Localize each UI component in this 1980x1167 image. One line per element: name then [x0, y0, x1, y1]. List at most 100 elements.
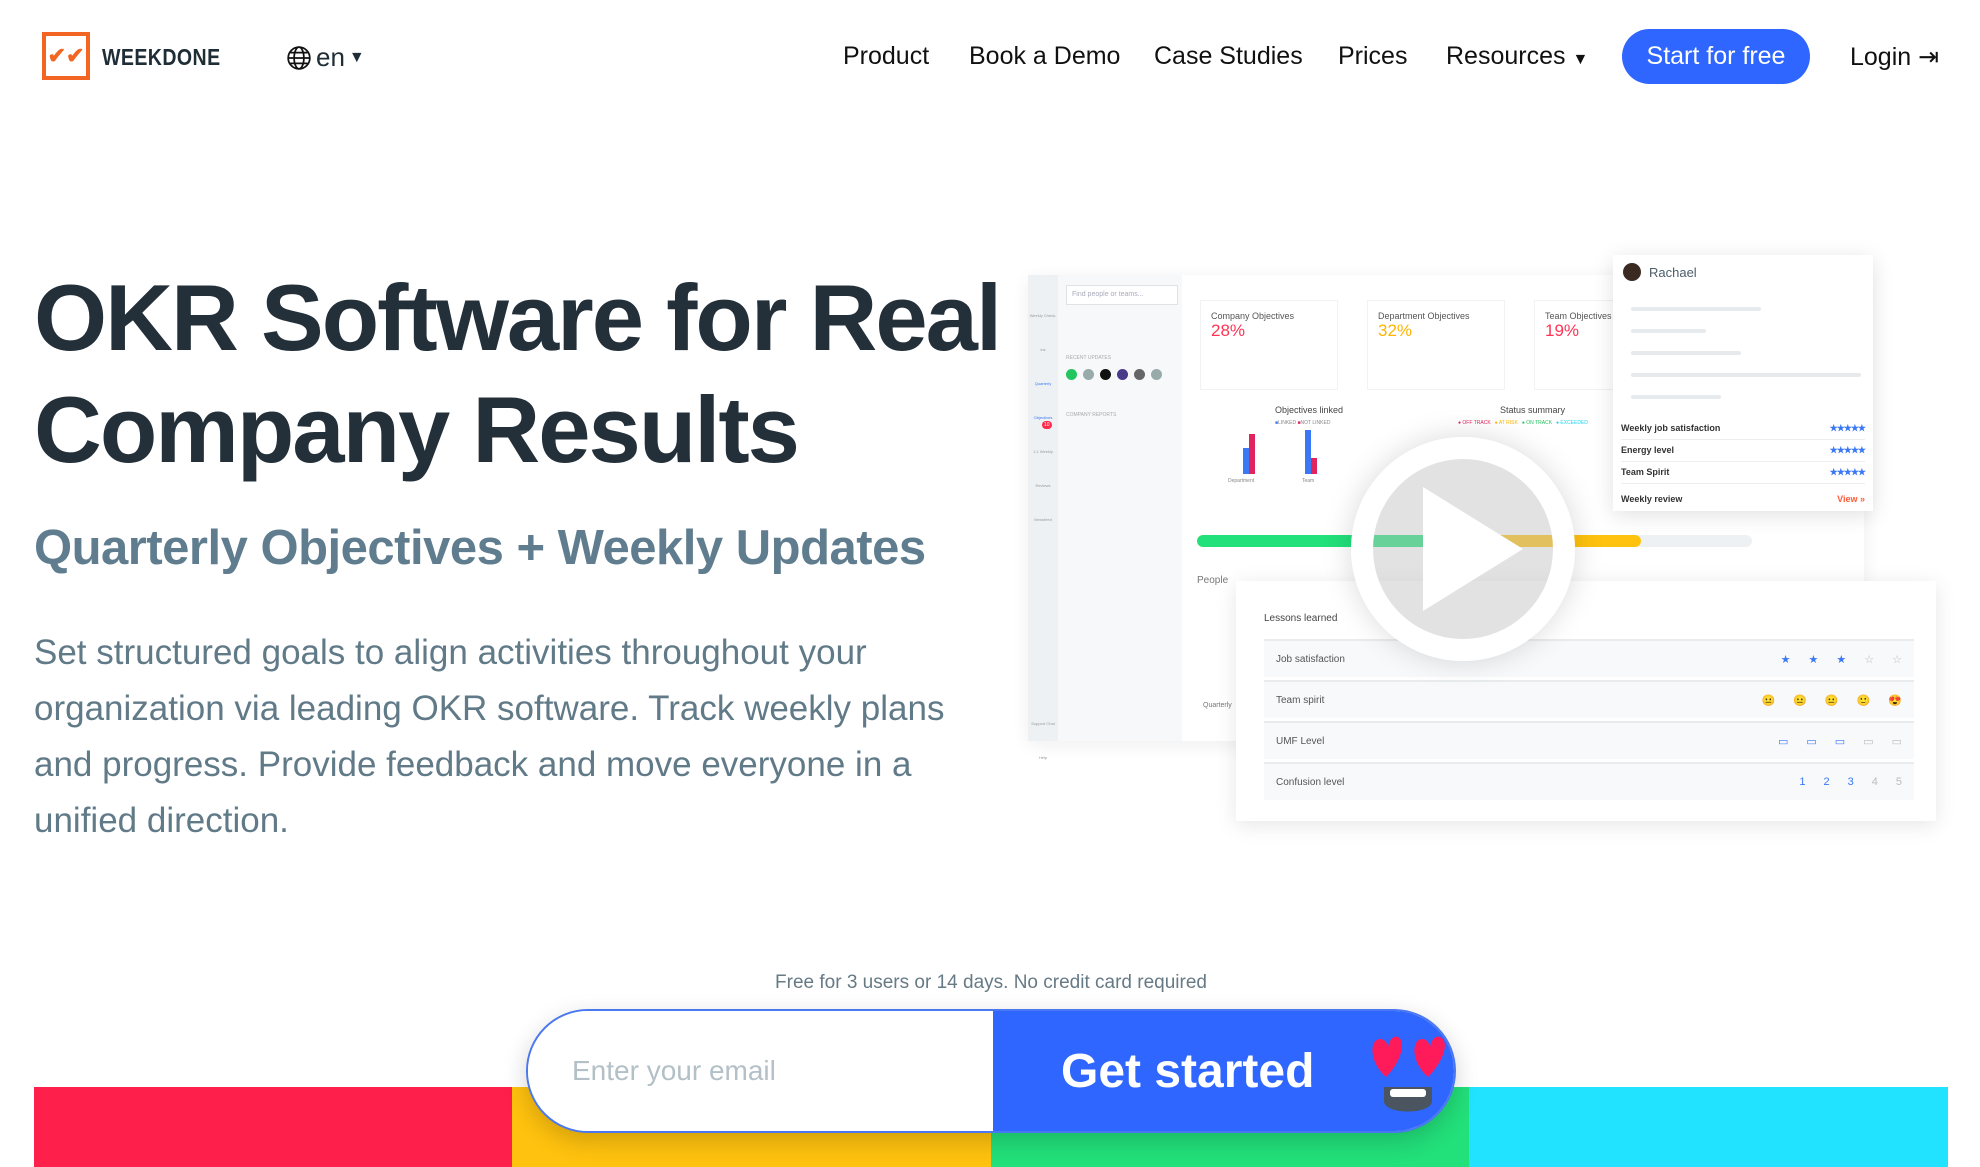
lesson-value: ★: [1780, 653, 1791, 666]
status-legend: ● OFF TRACK ● AT RISK ● ON TRACK ● EXCEEDED: [1458, 420, 1588, 426]
objective-card-department: Department Objectives 32%: [1367, 300, 1505, 390]
nav-resources-label: Resources: [1446, 42, 1566, 70]
quarterly-label: Quarterly: [1203, 702, 1232, 709]
lesson-value: ▭: [1777, 735, 1789, 748]
lesson-value: 5: [1895, 776, 1902, 788]
bar-label: Team: [1302, 478, 1315, 484]
login-icon: ⇥: [1918, 43, 1940, 71]
avatar: [1623, 263, 1641, 281]
mockup-people-list: RECENT UPDATES COMPANY REPORTS: [1058, 275, 1182, 741]
nav-resources[interactable]: Resources ▼: [1446, 42, 1588, 71]
login-label: Login: [1850, 43, 1912, 71]
globe-icon: [287, 45, 311, 70]
lessons-learned-card: Lessons learned Job satisfaction ★ ★ ★ ☆ ☆ Tea…: [1236, 581, 1936, 821]
rating-row: Weekly job satisfaction ★★★★★: [1621, 423, 1866, 440]
caret-down-icon: ▼: [1572, 51, 1589, 68]
people-label: People: [1197, 575, 1229, 586]
lesson-value: 😍: [1888, 694, 1902, 707]
nav-case-studies[interactable]: Case Studies: [1154, 42, 1303, 71]
lesson-value: 😐: [1824, 694, 1839, 707]
lesson-value: ▭: [1863, 735, 1874, 748]
free-trial-note: Free for 3 users or 14 days. No credit c…: [775, 972, 1207, 993]
login-link[interactable]: Login ⇥: [1850, 42, 1939, 72]
lesson-label: Team spirit: [1276, 694, 1325, 706]
heart-eyes-emoji-icon: [1372, 1036, 1445, 1112]
nav-book-demo[interactable]: Book a Demo: [969, 42, 1120, 71]
lesson-value: ▭: [1834, 735, 1846, 748]
weekdone-logo[interactable]: ✔✔: [42, 32, 90, 80]
hero-title-line2: Company Results: [34, 377, 800, 482]
hero-title: OKR Software for Real Company Results: [34, 262, 1002, 486]
lesson-value: ★: [1808, 653, 1819, 666]
brand-name[interactable]: WEEKDONE: [102, 44, 221, 71]
lesson-value: ▭: [1891, 735, 1902, 748]
objective-label: Department Objectives: [1378, 311, 1470, 321]
not-linked-bar: [1249, 434, 1255, 474]
lesson-value: 2: [1823, 776, 1830, 788]
lesson-row: Job satisfaction ★ ★ ★ ☆ ☆: [1264, 639, 1914, 677]
mockup-search-input: Find people or teams...: [1066, 285, 1178, 305]
mockup-nav-item: Support Chat: [1031, 721, 1055, 726]
rating-row: Team Spirit ★★★★★: [1621, 467, 1866, 484]
nav-product[interactable]: Product: [843, 42, 929, 71]
mockup-nav-item: Help: [1038, 755, 1048, 760]
lesson-row: Team spirit 😐 😐 😐 🙂 😍: [1264, 680, 1914, 718]
lesson-value: 😐: [1761, 694, 1776, 707]
objectives-linked-title: Objectives linked: [1275, 405, 1344, 415]
lesson-values: ▭ ▭ ▭ ▭ ▭: [1778, 735, 1902, 748]
caret-down-icon: ▼: [348, 48, 365, 66]
color-bar-red: [34, 1087, 512, 1167]
mockup-nav-item: 1:1 Weekly Reviews: [1033, 449, 1053, 488]
rachael-name: Rachael: [1649, 264, 1697, 280]
bar-label: Department: [1228, 478, 1255, 484]
play-icon: [1423, 487, 1523, 611]
lesson-value: 4: [1871, 776, 1878, 788]
linked-legend: ■LINKED ■NOT LINKED: [1275, 420, 1331, 426]
objective-card-company: Company Objectives 28%: [1200, 300, 1338, 390]
lesson-value: ★: [1836, 653, 1847, 666]
mockup-nav-item: Newsfeed: [1034, 517, 1052, 522]
nav-prices[interactable]: Prices: [1338, 42, 1407, 71]
newsfeed-badge: 10: [1042, 421, 1052, 429]
recent-updates-label: RECENT UPDATES: [1066, 355, 1112, 361]
lesson-value: 1: [1799, 776, 1806, 788]
objective-card-team: Team Objectives 19%: [1534, 300, 1614, 390]
signup-form: Get started: [526, 1009, 1456, 1133]
objective-value: 28%: [1211, 321, 1246, 340]
recent-avatars: [1066, 369, 1162, 380]
objective-label: Company Objectives: [1211, 311, 1295, 321]
hero-subtitle: Quarterly Objectives + Weekly Updates: [34, 521, 926, 575]
mockup-sidebar: Weekly Check-ins Quarterly Objectives 1:…: [1028, 275, 1058, 760]
email-input[interactable]: [528, 1011, 993, 1131]
lesson-values: ★ ★ ★ ☆ ☆: [1781, 653, 1902, 666]
hero-title-line1: OKR Software for Real: [34, 265, 1002, 370]
lesson-values: 😐 😐 😐 🙂 😍: [1761, 694, 1902, 707]
weekly-review-row: Weekly review View »: [1621, 494, 1865, 504]
lesson-row: UMF Level ▭ ▭ ▭ ▭ ▭: [1264, 721, 1914, 759]
lesson-value: ☆: [1864, 653, 1875, 666]
lesson-value: 🙂: [1856, 694, 1871, 707]
lesson-value: ▭: [1806, 735, 1817, 748]
language-label: en: [316, 42, 345, 72]
rachael-card: Rachael Weekly job satisfaction ★★★★★ Ene…: [1613, 255, 1873, 511]
lesson-value: ☆: [1892, 653, 1902, 666]
rating-row: Energy level ★★★★★: [1621, 445, 1866, 462]
lesson-label: UMF Level: [1276, 735, 1325, 747]
color-bar-cyan: [1469, 1087, 1948, 1167]
lesson-label: Confusion level: [1276, 776, 1345, 788]
not-linked-bar: [1311, 458, 1317, 474]
lessons-title: Lessons learned: [1264, 613, 1338, 624]
status-summary-title: Status summary: [1500, 405, 1566, 415]
lesson-label: Job satisfaction: [1276, 653, 1345, 665]
hero-description: Set structured goals to align activities…: [34, 633, 945, 840]
company-reports-label: COMPANY REPORTS: [1066, 412, 1117, 418]
lesson-value: 3: [1847, 776, 1854, 788]
objective-value: 32%: [1378, 321, 1413, 340]
start-for-free-button[interactable]: Start for free: [1622, 29, 1810, 84]
mockup-nav-item: Weekly Check-ins: [1029, 313, 1057, 352]
lesson-value: 😐: [1793, 694, 1807, 707]
objective-label: Team Objectives: [1545, 311, 1612, 321]
language-selector[interactable]: en ▼: [286, 42, 365, 73]
lesson-values: 1 2 3 4 5: [1799, 776, 1902, 788]
lesson-row: Confusion level 1 2 3 4 5: [1264, 762, 1914, 800]
